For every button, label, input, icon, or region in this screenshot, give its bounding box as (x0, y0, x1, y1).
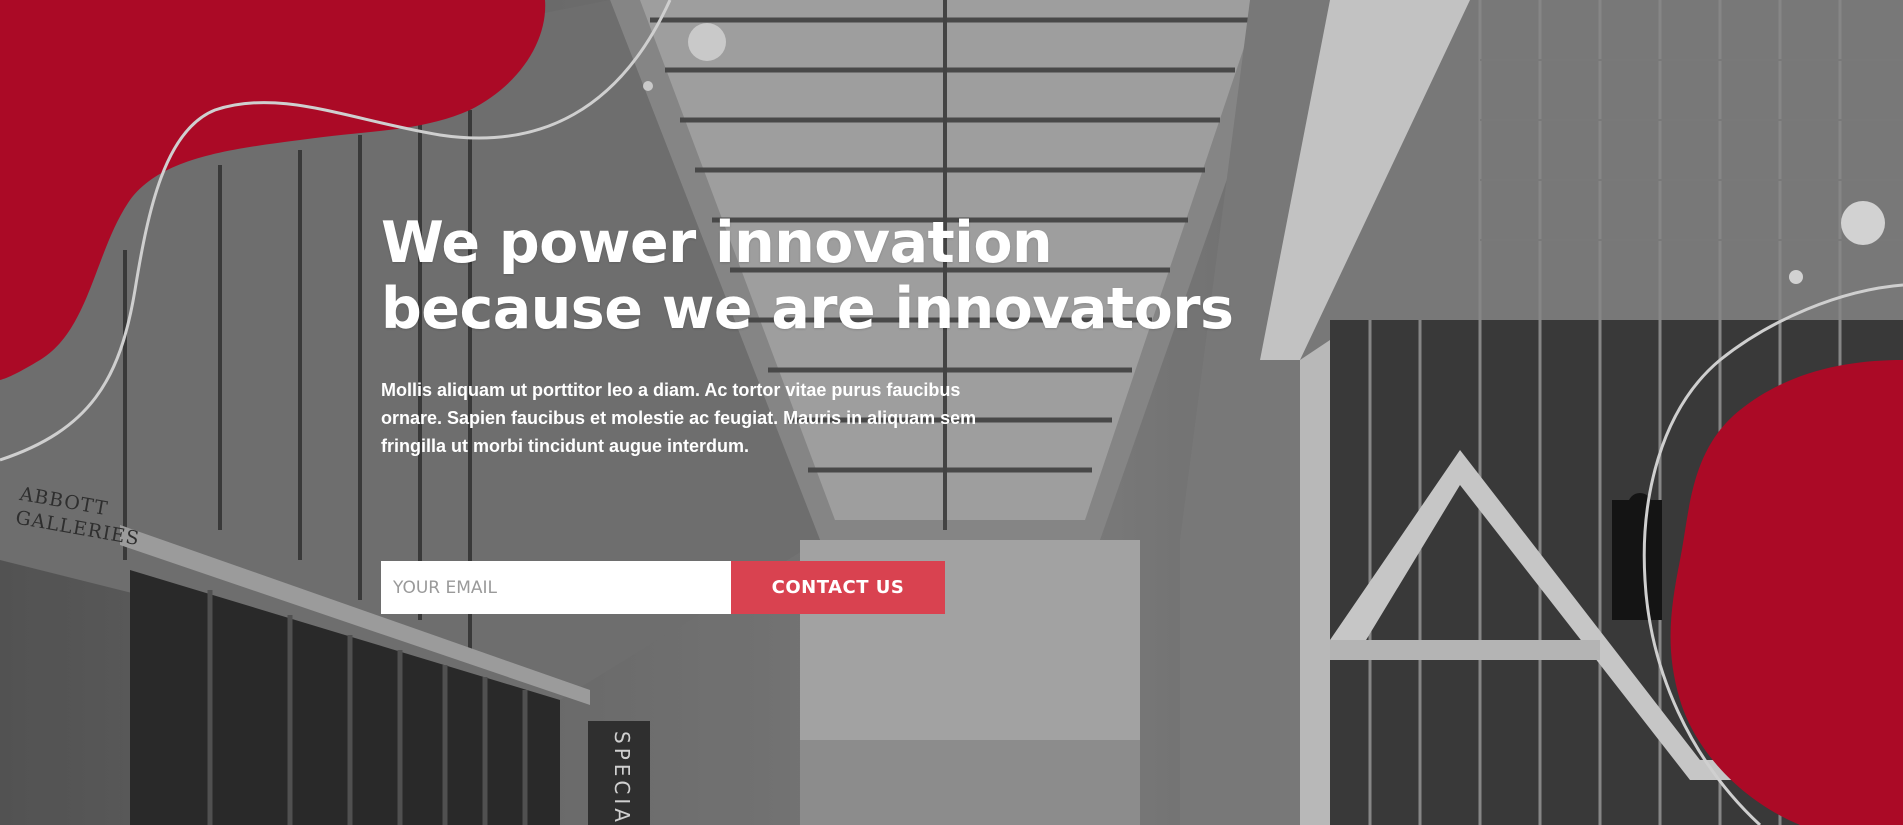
headline-line-2: because we are innovators (381, 276, 1234, 342)
banner-sign: SPECIAL (588, 721, 650, 825)
banner-sign-text: SPECIAL (610, 731, 634, 825)
hero-section: ABBOTT GALLERIES SPECIAL We power innova… (0, 0, 1903, 825)
headline-line-1: We power innovation (381, 210, 1053, 276)
email-input[interactable] (381, 561, 731, 614)
hero-content: We power innovation because we are innov… (381, 210, 1281, 460)
hero-headline: We power innovation because we are innov… (381, 210, 1281, 342)
contact-us-button[interactable]: CONTACT US (731, 561, 945, 614)
hero-description: Mollis aliquam ut porttitor leo a diam. … (381, 380, 977, 456)
contact-form: CONTACT US (381, 561, 945, 614)
